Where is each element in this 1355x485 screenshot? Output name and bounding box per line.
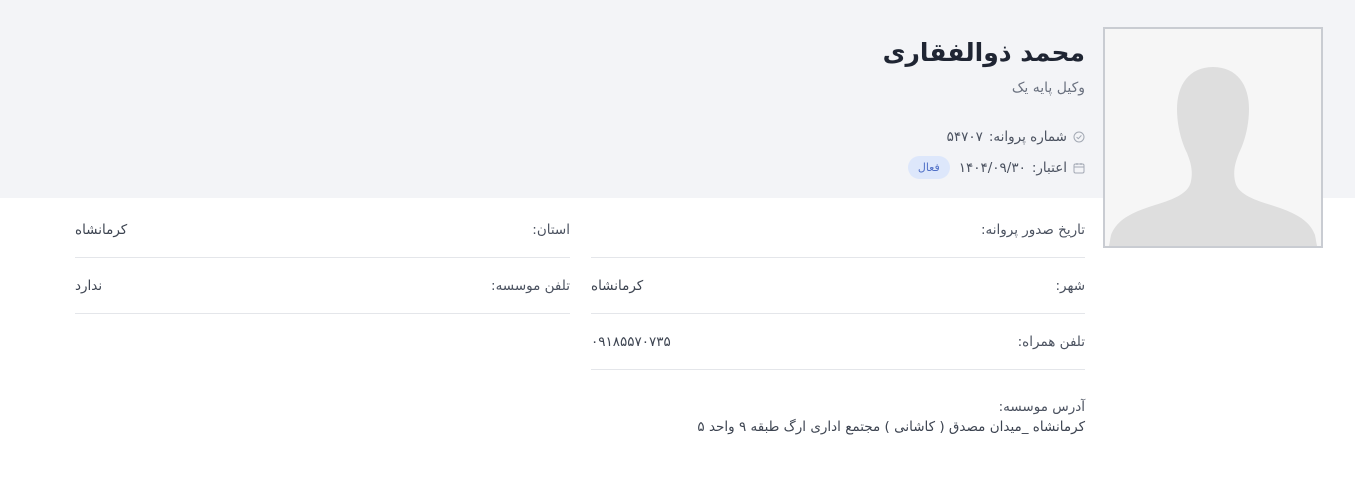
person-silhouette-icon bbox=[1105, 29, 1321, 246]
field-city: شهر: کرمانشاه bbox=[591, 277, 1085, 314]
field-label: تلفن موسسه: bbox=[491, 278, 570, 294]
license-number: ۵۴۷۰۷ bbox=[946, 129, 983, 145]
field-label: آدرس موسسه: bbox=[998, 399, 1085, 415]
lawyer-title: وکیل پایه یک bbox=[1011, 80, 1085, 96]
license-row: شماره پروانه: ۵۴۷۰۷ bbox=[947, 129, 1085, 145]
field-value: کرمانشاه bbox=[75, 222, 128, 238]
license-label: شماره پروانه: bbox=[988, 129, 1067, 145]
field-mobile: تلفن همراه: ۰۹۱۸۵۵۷۰۷۳۵ bbox=[591, 333, 1085, 370]
check-circle-icon bbox=[1073, 131, 1085, 143]
field-label: تاریخ صدور پروانه: bbox=[980, 222, 1085, 238]
field-province: استان: کرمانشاه bbox=[75, 221, 570, 258]
calendar-icon bbox=[1073, 162, 1085, 174]
field-value: کرمانشاه _میدان مصدق ( کاشانی ) مجتمع اد… bbox=[697, 419, 1085, 435]
avatar bbox=[1103, 27, 1323, 248]
field-institute-address: آدرس موسسه: کرمانشاه _میدان مصدق ( کاشان… bbox=[565, 397, 1085, 437]
field-label: شهر: bbox=[1055, 278, 1085, 294]
field-value: ندارد bbox=[75, 278, 103, 294]
field-value: کرمانشاه bbox=[591, 278, 644, 294]
field-label: استان: bbox=[532, 222, 570, 238]
validity-date: ۱۴۰۴/۰۹/۳۰ bbox=[958, 159, 1026, 176]
status-badge: فعال bbox=[907, 156, 950, 179]
field-institute-phone: تلفن موسسه: ندارد bbox=[75, 277, 570, 314]
field-value: ۰۹۱۸۵۵۷۰۷۳۵ bbox=[591, 334, 671, 350]
validity-label: اعتبار: bbox=[1031, 159, 1067, 176]
validity-row: اعتبار: ۱۴۰۴/۰۹/۳۰ فعال bbox=[907, 156, 1085, 179]
field-label: تلفن همراه: bbox=[1017, 334, 1085, 350]
lawyer-name: محمد ذوالفقاری bbox=[882, 38, 1085, 67]
field-issue-date: تاریخ صدور پروانه: bbox=[591, 221, 1085, 258]
